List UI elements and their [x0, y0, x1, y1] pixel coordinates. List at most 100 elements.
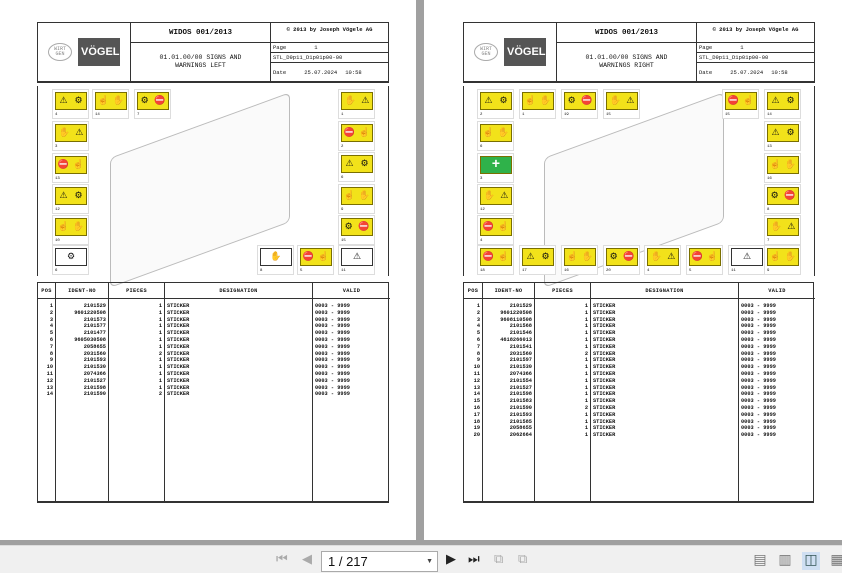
table-cell: 1: [158, 384, 162, 391]
section-title: 01.01.00/00 SIGNS AND WARNINGS LEFT: [159, 54, 242, 69]
table-cell: 0003 - 9999: [741, 323, 776, 330]
column-header: POS: [38, 283, 55, 299]
facing-icon[interactable]: ◫: [802, 552, 820, 570]
table-cell: 1: [158, 370, 162, 377]
warning-sticker: ⚠ 11: [338, 245, 375, 275]
table-cell: 0003 - 9999: [741, 418, 776, 425]
table-cell: 2: [584, 350, 588, 357]
warning-sign-icon: ⚙ ⛔: [606, 248, 638, 266]
table-cell: 0003 - 9999: [315, 303, 350, 309]
first-page-icon[interactable]: ⏮: [276, 552, 288, 567]
table-cell: 2101598: [83, 384, 106, 391]
table-cell: 8: [476, 350, 480, 357]
warning-sticker: ⚠ ⚙ 13: [764, 121, 801, 151]
warning-sticker: ⛔ ☝ 5: [686, 245, 723, 275]
warning-sign-icon: ☝ ✋: [341, 187, 373, 205]
continuous-facing-icon[interactable]: ▦: [828, 552, 842, 570]
table-cell: 0003 - 9999: [741, 316, 776, 323]
table-cell: 1: [476, 303, 480, 309]
table-cell: 19: [473, 425, 480, 432]
table-cell: 0003 - 9999: [741, 350, 776, 357]
warning-sticker: ⚠ ⚙ 17: [519, 245, 556, 275]
warning-sticker: ⚙ ⛔ 8: [764, 184, 801, 214]
date-label: Date: [273, 68, 287, 76]
table-cell: 2101593: [83, 357, 106, 364]
sticker-number: 18: [480, 269, 485, 273]
sticker-number: 6: [341, 176, 344, 180]
warning-sign-icon: ⚙ ⛔: [564, 92, 596, 110]
title-block: WIRT GEN VÖGELE WIDOS 001/2013 01.01.00/00 …: [37, 22, 389, 83]
table-cell: 9605030508: [74, 336, 106, 343]
table-cell: 1: [584, 303, 588, 309]
warning-sticker: ✋ ⚠ 15: [603, 89, 640, 119]
warning-sign-icon: ⚠ ⚙: [767, 92, 799, 110]
table-cell: 0003 - 9999: [315, 350, 350, 357]
table-cell: 4618266013: [500, 336, 532, 343]
table-cell: 9608110508: [500, 316, 532, 323]
table-cell: 12: [46, 377, 53, 384]
warning-sign-icon: ⚙ ⛔: [767, 187, 799, 205]
table-cell: 0003 - 9999: [741, 432, 776, 439]
table-cell: 11: [46, 370, 53, 377]
sticker-number: 4: [55, 113, 58, 117]
vogele-logo: VÖGELE: [78, 38, 127, 66]
sticker-number: 8: [767, 208, 770, 212]
table-cell: STICKER: [593, 411, 616, 418]
table-cell: 0003 - 9999: [315, 391, 350, 398]
column-header: PIECES: [109, 283, 164, 299]
table-cell: 9601220508: [74, 309, 106, 316]
prev-page-icon[interactable]: ◀: [302, 552, 312, 567]
document-title: WIDOS 001/2013: [557, 23, 696, 43]
table-cell: 2101585: [509, 418, 532, 425]
prev-view-icon[interactable]: ⧉: [494, 552, 503, 567]
next-page-icon[interactable]: ▶: [446, 552, 456, 567]
table-cell: STICKER: [593, 303, 616, 309]
table-cell: 2101541: [509, 343, 532, 350]
warning-sticker: ⚙ ⛔ 20: [603, 245, 640, 275]
table-cell: 9: [49, 357, 53, 364]
table-column: PIECES 1 1 1 1 1 1 1 2 1 1 1 1 1 1 1 2 1 1 1 1: [535, 283, 591, 501]
table-cell: STICKER: [593, 425, 616, 432]
table-cell: 2031560: [509, 350, 532, 357]
sticker-number: 15: [725, 113, 730, 117]
table-cell: 2101530: [83, 364, 106, 371]
warning-sign-icon: ⚠: [731, 248, 763, 266]
table-cell: 1: [158, 330, 162, 337]
table-cell: 2101477: [83, 330, 106, 337]
table-cell: 0003 - 9999: [315, 370, 350, 377]
table-cell: 9601220508: [500, 309, 532, 316]
table-cell: 0003 - 9999: [315, 309, 350, 316]
table-cell: 10: [46, 364, 53, 371]
continuous-icon[interactable]: ▥: [776, 552, 794, 570]
table-cell: 2: [49, 309, 53, 316]
time: 10:58: [345, 68, 362, 76]
column-header: DESIGNATION: [591, 283, 738, 299]
warning-sticker: ✋ ⚠ 1: [338, 89, 375, 119]
table-cell: 1: [584, 391, 588, 398]
time: 10:58: [771, 68, 788, 76]
table-cell: 0003 - 9999: [741, 384, 776, 391]
warning-sign-icon: ✋ ⚠: [647, 248, 679, 266]
warning-sticker: ☝ ✋ 16: [561, 245, 598, 275]
table-cell: 2: [476, 309, 480, 316]
table-cell: STICKER: [593, 323, 616, 330]
table-cell: 2101573: [83, 316, 106, 323]
warning-sign-icon: ⚠ ⚙: [522, 248, 554, 266]
table-cell: 1: [158, 343, 162, 350]
warning-sign-icon: ✋ ⚠: [341, 92, 373, 110]
table-column: POS 1 2 3 4 5 6 7 8 9 10 11 12 13 14: [38, 283, 56, 501]
table-cell: 0003 - 9999: [741, 370, 776, 377]
table-cell: 0003 - 9999: [741, 357, 776, 364]
next-view-icon[interactable]: ⧉: [518, 552, 527, 567]
warning-sign-icon: ✋ ⚠: [606, 92, 638, 110]
table-cell: 0003 - 9999: [741, 364, 776, 371]
table-cell: 0003 - 9999: [741, 411, 776, 418]
table-cell: STICKER: [167, 364, 190, 371]
table-cell: STICKER: [593, 384, 616, 391]
last-page-icon[interactable]: ⏭: [468, 552, 480, 567]
single-page-icon[interactable]: ▤: [751, 552, 769, 570]
table-cell: 3: [49, 316, 53, 323]
sticker-number: 10: [55, 239, 60, 243]
column-header: VALID: [313, 283, 390, 299]
page-number-select[interactable]: 1 / 217 ▼: [321, 551, 438, 572]
